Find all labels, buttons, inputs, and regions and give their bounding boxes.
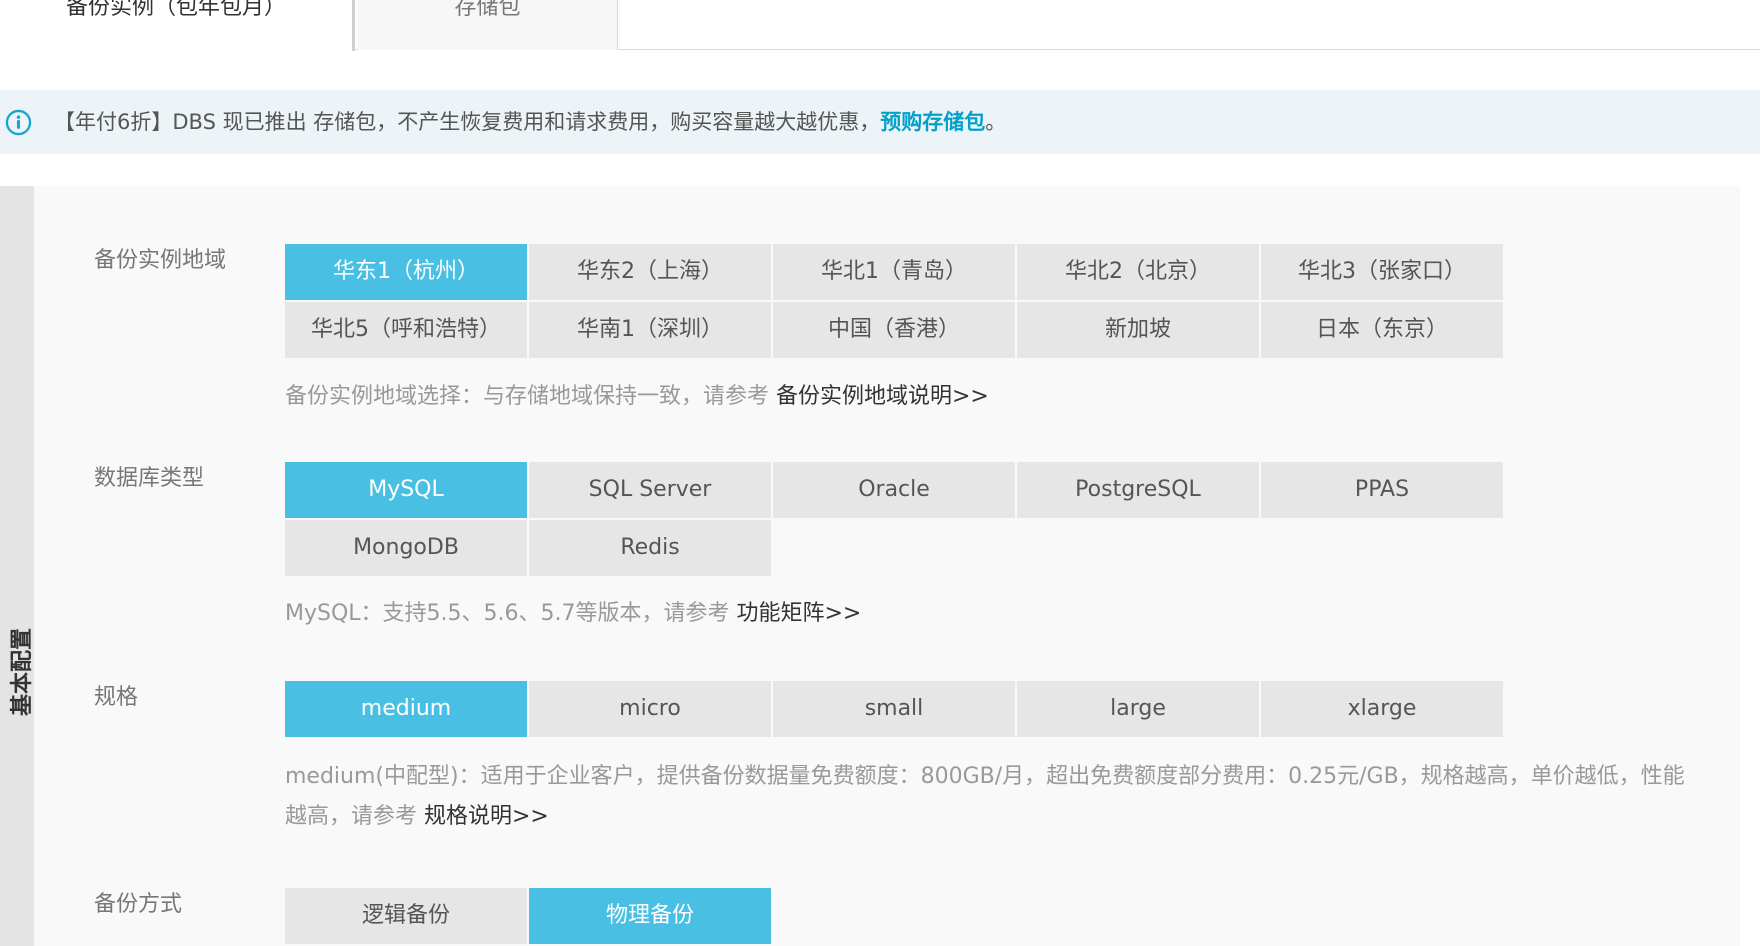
section-strip: 基本配置: [0, 186, 35, 946]
db-type-option-0[interactable]: MySQL: [285, 462, 527, 518]
backup-method-label: 备份方式: [94, 892, 183, 917]
info-icon: [5, 109, 32, 136]
region-label: 备份实例地域: [94, 248, 227, 273]
spec-option-2[interactable]: small: [773, 681, 1015, 737]
notice-text-row: 【年付6折】DBS 现已推出 存储包，不产生恢复费用和请求费用，购买容量越大越优…: [54, 90, 1006, 154]
region-doc-link[interactable]: 备份实例地域说明>>: [776, 384, 989, 409]
section-label: 基本配置: [10, 628, 35, 717]
spec-option-0[interactable]: medium: [285, 681, 527, 737]
basic-config-panel: 基本配置 备份实例地域 华东1（杭州） 华东2（上海） 华北1（青岛） 华北2（北京）…: [0, 186, 1740, 946]
spec-option-4[interactable]: xlarge: [1261, 681, 1503, 737]
db-type-option-1[interactable]: SQL Server: [529, 462, 771, 518]
tab-storage-package[interactable]: 存储包: [358, 0, 618, 50]
db-type-hint-text: MySQL：支持5.5、5.6、5.7等版本，请参考: [285, 601, 737, 626]
region-hint-text: 备份实例地域选择：与存储地域保持一致，请参考: [285, 384, 776, 409]
promo-notice: 【年付6折】DBS 现已推出 存储包，不产生恢复费用和请求费用，购买容量越大越优…: [0, 90, 1760, 154]
spec-option-3[interactable]: large: [1017, 681, 1259, 737]
tab-backup-instance[interactable]: 备份实例（包年包月）: [0, 0, 355, 51]
region-option-4[interactable]: 华北3（张家口）: [1261, 244, 1503, 300]
region-option-2[interactable]: 华北1（青岛）: [773, 244, 1015, 300]
backup-method-option-0[interactable]: 逻辑备份: [285, 888, 527, 944]
notice-suffix: 。: [985, 110, 1007, 134]
tab-label: 备份实例（包年包月）: [65, 0, 286, 20]
db-type-option-2[interactable]: Oracle: [773, 462, 1015, 518]
region-option-8[interactable]: 新加坡: [1017, 302, 1259, 358]
backup-method-option-1[interactable]: 物理备份: [529, 888, 771, 944]
region-option-7[interactable]: 中国（香港）: [773, 302, 1015, 358]
region-option-5[interactable]: 华北5（呼和浩特）: [285, 302, 527, 358]
tab-label: 存储包: [454, 0, 521, 20]
db-type-label: 数据库类型: [94, 466, 205, 491]
region-hint: 备份实例地域选择：与存储地域保持一致，请参考 备份实例地域说明>>: [285, 378, 989, 410]
spec-option-1[interactable]: micro: [529, 681, 771, 737]
feature-matrix-link[interactable]: 功能矩阵>>: [737, 601, 862, 626]
db-type-option-3[interactable]: PostgreSQL: [1017, 462, 1259, 518]
region-option-3[interactable]: 华北2（北京）: [1017, 244, 1259, 300]
db-type-option-6[interactable]: Redis: [529, 520, 771, 576]
region-option-1[interactable]: 华东2（上海）: [529, 244, 771, 300]
db-type-option-5[interactable]: MongoDB: [285, 520, 527, 576]
region-option-0[interactable]: 华东1（杭州）: [285, 244, 527, 300]
db-type-hint: MySQL：支持5.5、5.6、5.7等版本，请参考 功能矩阵>>: [285, 595, 861, 627]
prepurchase-storage-link[interactable]: 预购存储包: [880, 110, 985, 134]
spec-label: 规格: [94, 685, 139, 710]
tab-bar: 备份实例（包年包月） 存储包: [0, 0, 1760, 51]
notice-text: 【年付6折】DBS 现已推出 存储包，不产生恢复费用和请求费用，购买容量越大越优…: [54, 110, 881, 134]
region-option-6[interactable]: 华南1（深圳）: [529, 302, 771, 358]
db-type-option-4[interactable]: PPAS: [1261, 462, 1503, 518]
spec-doc-link[interactable]: 规格说明>>: [424, 804, 549, 829]
spec-hint: medium(中配型)：适用于企业客户，提供备份数据量免费额度：800GB/月，…: [285, 757, 1695, 837]
region-option-9[interactable]: 日本（东京）: [1261, 302, 1503, 358]
